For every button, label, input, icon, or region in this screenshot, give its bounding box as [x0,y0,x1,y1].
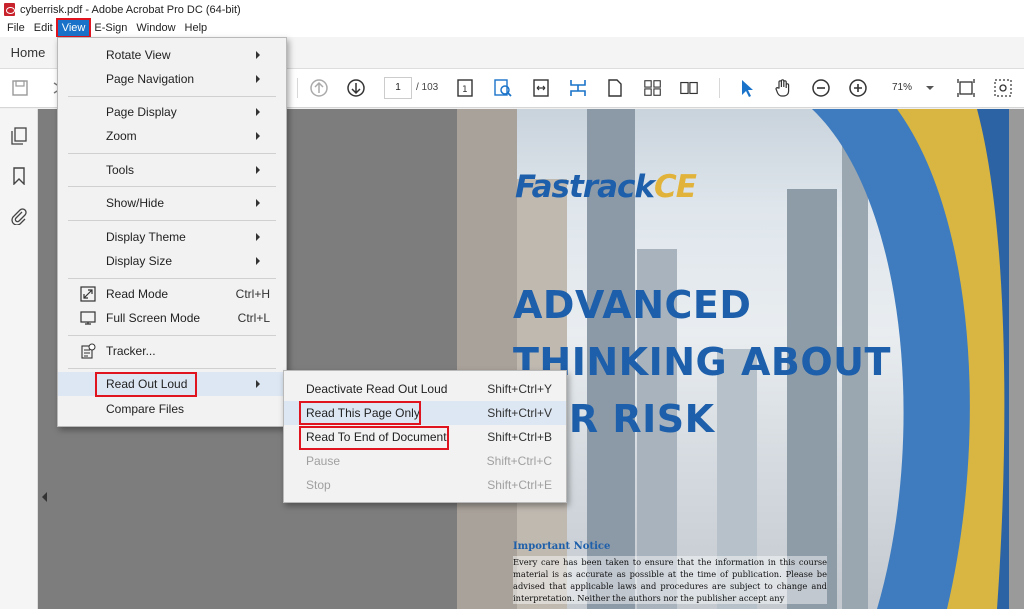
find-text-icon[interactable] [493,78,513,98]
monitor-icon [80,310,96,326]
window-title: cyberrisk.pdf - Adobe Acrobat Pro DC (64… [20,3,241,16]
menu-help[interactable]: Help [181,20,212,36]
read-out-loud-submenu: Deactivate Read Out Loud Shift+Ctrl+Y Rea… [283,370,567,503]
acrobat-pdf-icon [4,3,15,16]
scrolling-mode-icon[interactable] [568,78,588,98]
chevron-down-icon [926,86,934,90]
menu-item-page-navigation[interactable]: Page Navigation [58,67,286,91]
next-page-icon[interactable] [346,78,366,98]
bookmark-icon[interactable] [10,167,28,186]
tracker-icon [80,343,96,359]
single-page-icon[interactable] [605,78,625,98]
page-total-label: / 103 [416,82,439,93]
menu-item-display-size[interactable]: Display Size [58,249,286,273]
page-number-input[interactable]: 1 [384,77,412,99]
headline-line-2: THINKING ABOUT [513,340,891,384]
read-mode-icon [80,286,96,302]
previous-page-icon[interactable] [309,78,329,98]
fit-width-icon[interactable] [531,78,551,98]
menu-separator [68,220,276,221]
submenu-arrow-icon [256,75,260,83]
submenu-arrow-icon [256,166,260,174]
menu-esign[interactable]: E-Sign [90,20,131,36]
submenu-arrow-icon [256,233,260,241]
left-navigation-pane [0,109,38,609]
submenu-arrow-icon [256,132,260,140]
page-thumbnail-icon[interactable]: 1 [455,78,475,98]
menu-item-pause: Pause Shift+Ctrl+C [306,454,552,468]
page-tools-icon[interactable] [993,78,1013,98]
menu-item-rotate-view[interactable]: Rotate View [58,43,286,67]
menu-item-show-hide[interactable]: Show/Hide [58,191,286,215]
menu-window[interactable]: Window [132,20,179,36]
menu-bar: File Edit View E-Sign Window Help [0,18,1024,38]
menu-item-page-display[interactable]: Page Display [58,100,286,124]
hand-tool-icon[interactable] [773,78,793,98]
menu-item-full-screen-mode[interactable]: Full Screen Mode Ctrl+L [58,306,286,330]
highlight-box [299,426,449,450]
menu-file[interactable]: File [3,20,29,36]
zoom-in-icon[interactable] [848,78,868,98]
menu-separator [68,186,276,187]
menu-edit[interactable]: Edit [30,20,57,36]
page-thumbnails-icon[interactable] [10,127,28,145]
menu-separator [68,278,276,279]
pdf-page: FastrackCE ADVANCED THINKING ABOUT BER R… [457,109,1009,609]
submenu-arrow-icon [256,380,260,388]
select-tool-icon[interactable] [736,78,756,98]
attachment-icon[interactable] [10,207,28,226]
toolbar-separator [297,78,298,98]
title-bar: cyberrisk.pdf - Adobe Acrobat Pro DC (64… [0,0,1024,19]
menu-item-deactivate-read-out-loud[interactable]: Deactivate Read Out Loud Shift+Ctrl+Y [284,377,566,401]
zoom-level-dropdown[interactable]: 71% [884,77,940,99]
menu-separator [68,368,276,369]
toolbar-separator [719,78,720,98]
submenu-arrow-icon [256,108,260,116]
important-notice-body: Every care has been taken to ensure that… [513,556,827,604]
highlight-box [299,401,421,425]
menu-separator [68,153,276,154]
vertical-scrollbar[interactable] [1009,109,1024,609]
zoom-level-value: 71% [892,82,913,93]
menu-item-read-mode[interactable]: Read Mode Ctrl+H [58,282,286,306]
submenu-arrow-icon [256,199,260,207]
two-page-scroll-icon[interactable] [643,78,663,98]
save-icon[interactable] [10,78,30,98]
menu-separator [68,335,276,336]
menu-item-zoom[interactable]: Zoom [58,124,286,148]
menu-separator [68,96,276,97]
tab-home[interactable]: Home [0,37,56,69]
view-menu: Rotate View Page Navigation Page Display… [57,37,287,427]
menu-view[interactable]: View [55,18,92,38]
submenu-arrow-icon [256,257,260,265]
menu-item-tracker[interactable]: Tracker... [58,339,286,363]
two-page-view-icon[interactable] [679,78,699,98]
svg-text:1: 1 [462,85,468,95]
fastrack-ce-logo: FastrackCE [515,169,697,205]
fit-page-icon[interactable] [956,78,976,98]
zoom-out-icon[interactable] [811,78,831,98]
menu-item-display-theme[interactable]: Display Theme [58,225,286,249]
menu-item-compare-files[interactable]: Compare Files [58,397,286,421]
highlight-box [95,372,197,397]
collapse-pane-arrow-icon[interactable] [42,492,47,502]
menu-item-tools[interactable]: Tools [58,158,286,182]
headline-line-1: ADVANCED [513,283,752,327]
submenu-arrow-icon [256,51,260,59]
important-notice-title: Important Notice [513,541,611,552]
menu-item-stop: Stop Shift+Ctrl+E [306,478,552,492]
